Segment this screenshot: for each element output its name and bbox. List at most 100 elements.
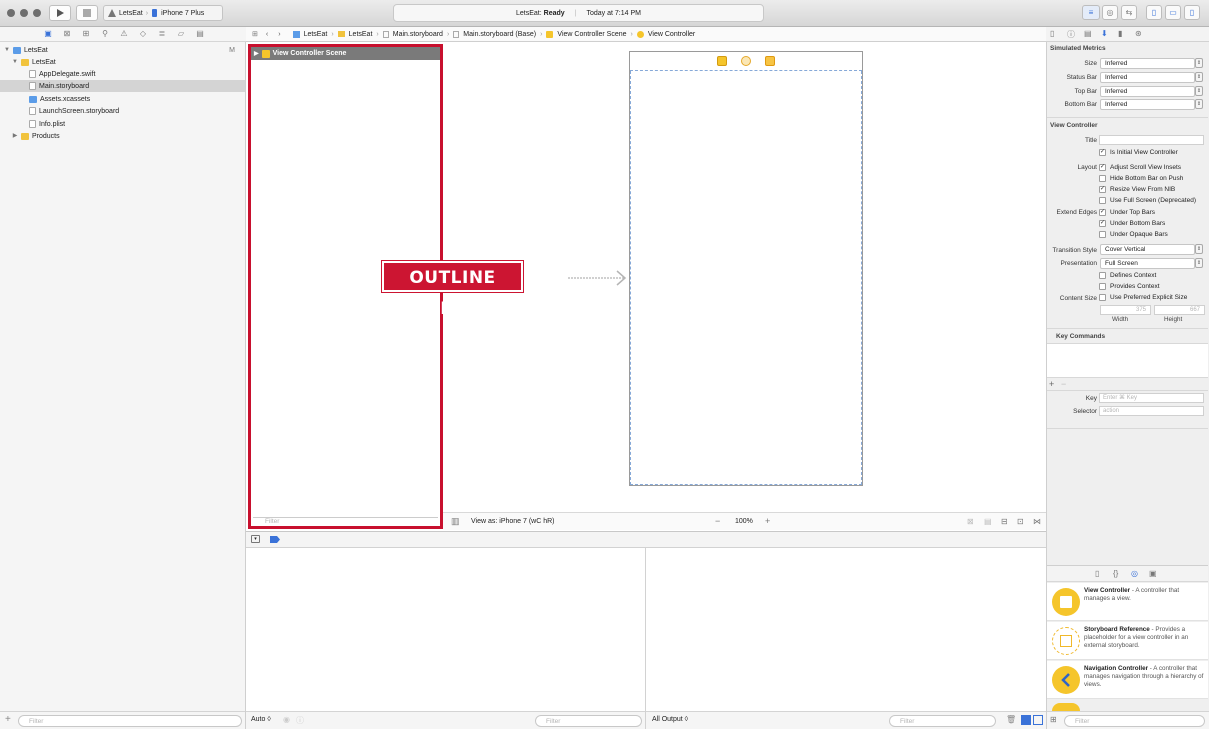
crumb-storyboard-base[interactable]: Main.storyboard (Base) <box>463 31 536 38</box>
tree-item-launchscreen[interactable]: LaunchScreen.storyboard <box>0 105 245 117</box>
disclosure-closed-icon[interactable]: ▶ <box>11 132 19 140</box>
project-navigator-icon[interactable]: ▣ <box>42 28 54 40</box>
zoom-in-button[interactable]: + <box>765 516 770 526</box>
stepper-icon[interactable]: ⇕ <box>1195 86 1203 96</box>
key-input[interactable]: Enter ⌘ Key <box>1099 393 1204 403</box>
selector-input[interactable]: action <box>1099 406 1204 416</box>
height-input[interactable]: 667 <box>1154 305 1205 315</box>
stepper-icon[interactable]: ⇕ <box>1195 258 1203 268</box>
entry-point-arrow-icon[interactable] <box>566 268 630 288</box>
code-snippet-icon[interactable]: {} <box>1113 569 1118 578</box>
bottom-bar-select[interactable]: Inferred <box>1100 99 1195 110</box>
resolve-issues-icon[interactable]: ⋈ <box>1033 517 1041 526</box>
outline-filter-input[interactable]: Filter <box>253 517 438 528</box>
crumb-storyboard[interactable]: Main.storyboard <box>393 31 443 38</box>
debug-icon[interactable]: ≣ <box>156 28 168 40</box>
checkbox-checked-icon[interactable]: ✓ <box>1099 220 1106 227</box>
status-bar-select[interactable]: Inferred <box>1100 72 1195 83</box>
checkbox-icon[interactable] <box>1099 231 1106 238</box>
align-icon[interactable]: ⊟ <box>1001 517 1008 526</box>
initial-vc-checkbox-row[interactable]: ✓ Is Initial View Controller <box>1099 147 1178 158</box>
file-inspector-icon[interactable]: ▯ <box>1050 29 1054 38</box>
run-button[interactable] <box>49 5 71 21</box>
console-filter-input[interactable]: Filter <box>889 715 996 727</box>
breakpoint-icon[interactable]: ▱ <box>175 28 187 40</box>
add-icon[interactable]: + <box>5 714 11 725</box>
issue-icon[interactable]: ⚠ <box>118 28 130 40</box>
debug-divider[interactable] <box>645 548 646 729</box>
hide-debug-area-icon[interactable]: ▾ <box>251 535 260 543</box>
stepper-icon[interactable]: ⇕ <box>1195 58 1203 68</box>
tree-item-project[interactable]: ▼ LetsEat M <box>0 44 245 56</box>
attributes-inspector-icon[interactable]: ⬇ <box>1101 29 1108 38</box>
layout-option-1[interactable]: Hide Bottom Bar on Push <box>1099 173 1183 184</box>
top-bar-select[interactable]: Inferred <box>1100 86 1195 97</box>
transition-style-select[interactable]: Cover Vertical <box>1100 244 1195 255</box>
embed-in-stack-icon[interactable]: ▤ <box>984 517 992 526</box>
info-icon[interactable]: ⓘ <box>296 715 304 726</box>
presentation-select[interactable]: Full Screen <box>1100 258 1195 269</box>
checkbox-checked-icon[interactable]: ✓ <box>1099 149 1106 156</box>
view-controller-scene[interactable] <box>629 51 863 486</box>
show-variables-icon[interactable] <box>1021 715 1031 725</box>
checkbox-icon[interactable] <box>1099 283 1106 290</box>
tree-item-appdelegate[interactable]: AppDelegate.swift <box>0 68 245 80</box>
crumb-view-controller[interactable]: View Controller <box>648 31 695 38</box>
first-responder-icon[interactable] <box>741 56 751 66</box>
connections-inspector-icon[interactable]: ⊛ <box>1135 29 1142 38</box>
checkbox-icon[interactable] <box>1099 175 1106 182</box>
toggle-debug-area-icon[interactable]: ▭ <box>1165 5 1181 20</box>
test-icon[interactable]: ◇ <box>137 28 149 40</box>
forward-arrow-icon[interactable]: › <box>278 31 280 38</box>
library-item-storyboard-reference[interactable]: Storyboard Reference - Provides a placeh… <box>1047 622 1208 660</box>
assistant-editor-icon[interactable]: ◎ <box>1102 5 1118 20</box>
library-item-view-controller[interactable]: View Controller - A controller that mana… <box>1047 583 1208 621</box>
stop-button[interactable] <box>76 5 98 21</box>
hierarchy-icon[interactable]: ⊞ <box>80 28 92 40</box>
outline-scene-row[interactable]: ▶ View Controller Scene <box>251 47 440 60</box>
navigator-filter-input[interactable]: Filter <box>18 715 242 727</box>
symbol-navigator-icon[interactable]: ⊠ <box>61 28 73 40</box>
file-template-icon[interactable]: ▯ <box>1095 569 1099 578</box>
view-controller-icon[interactable] <box>717 56 727 66</box>
library-filter-input[interactable]: Filter <box>1064 715 1205 727</box>
find-icon[interactable]: ⚲ <box>99 28 111 40</box>
exit-icon[interactable] <box>765 56 775 66</box>
toggle-navigator-icon[interactable]: ▯ <box>1146 5 1162 20</box>
tree-item-group[interactable]: ▼ LetsEat <box>0 56 245 68</box>
trash-icon[interactable]: 🗑 <box>1006 715 1016 724</box>
minimize-window-icon[interactable] <box>20 9 28 17</box>
remove-key-command-icon[interactable]: − <box>1061 379 1066 389</box>
key-commands-table[interactable] <box>1047 343 1208 378</box>
crumb-scene[interactable]: View Controller Scene <box>557 31 626 38</box>
view-as-button[interactable]: View as: iPhone 7 (wC hR) <box>471 518 555 525</box>
checkbox-icon[interactable] <box>1099 272 1106 279</box>
object-library-icon[interactable]: ◎ <box>1131 569 1138 578</box>
layout-option-0[interactable]: ✓ Adjust Scroll View Insets <box>1099 162 1181 173</box>
provides-context-row[interactable]: Provides Context <box>1099 281 1160 292</box>
checkbox-icon[interactable] <box>1099 294 1106 301</box>
variables-filter-input[interactable]: Filter <box>535 715 642 727</box>
quick-look-icon[interactable]: ◉ <box>283 715 290 724</box>
show-console-icon[interactable] <box>1033 715 1043 725</box>
disclosure-open-icon[interactable]: ▼ <box>3 46 11 54</box>
library-item-navigation-controller[interactable]: Navigation Controller - A controller tha… <box>1047 661 1208 699</box>
tree-item-products[interactable]: ▶ Products <box>0 130 245 142</box>
tree-item-assets[interactable]: Assets.xcassets <box>0 93 245 105</box>
tree-item-infoplist[interactable]: Info.plist <box>0 118 245 130</box>
related-items-icon[interactable]: ⊞ <box>252 30 258 38</box>
variables-scope-select[interactable]: Auto ◊ <box>251 716 271 723</box>
toggle-outline-icon[interactable]: ▥ <box>451 516 460 527</box>
title-input[interactable] <box>1099 135 1204 145</box>
quick-help-icon[interactable]: ⓘ <box>1067 29 1075 40</box>
zoom-out-button[interactable]: − <box>715 516 720 526</box>
grid-view-icon[interactable]: ⊞ <box>1050 715 1057 724</box>
console-output-select[interactable]: All Output ◊ <box>652 716 688 723</box>
size-inspector-icon[interactable]: ▮ <box>1118 29 1122 38</box>
size-select[interactable]: Inferred <box>1100 58 1195 69</box>
back-arrow-icon[interactable]: ‹ <box>266 31 268 38</box>
width-input[interactable]: 375 <box>1100 305 1151 315</box>
defines-context-row[interactable]: Defines Context <box>1099 270 1156 281</box>
pin-icon[interactable]: ⊡ <box>1017 517 1024 526</box>
stepper-icon[interactable]: ⇕ <box>1195 72 1203 82</box>
